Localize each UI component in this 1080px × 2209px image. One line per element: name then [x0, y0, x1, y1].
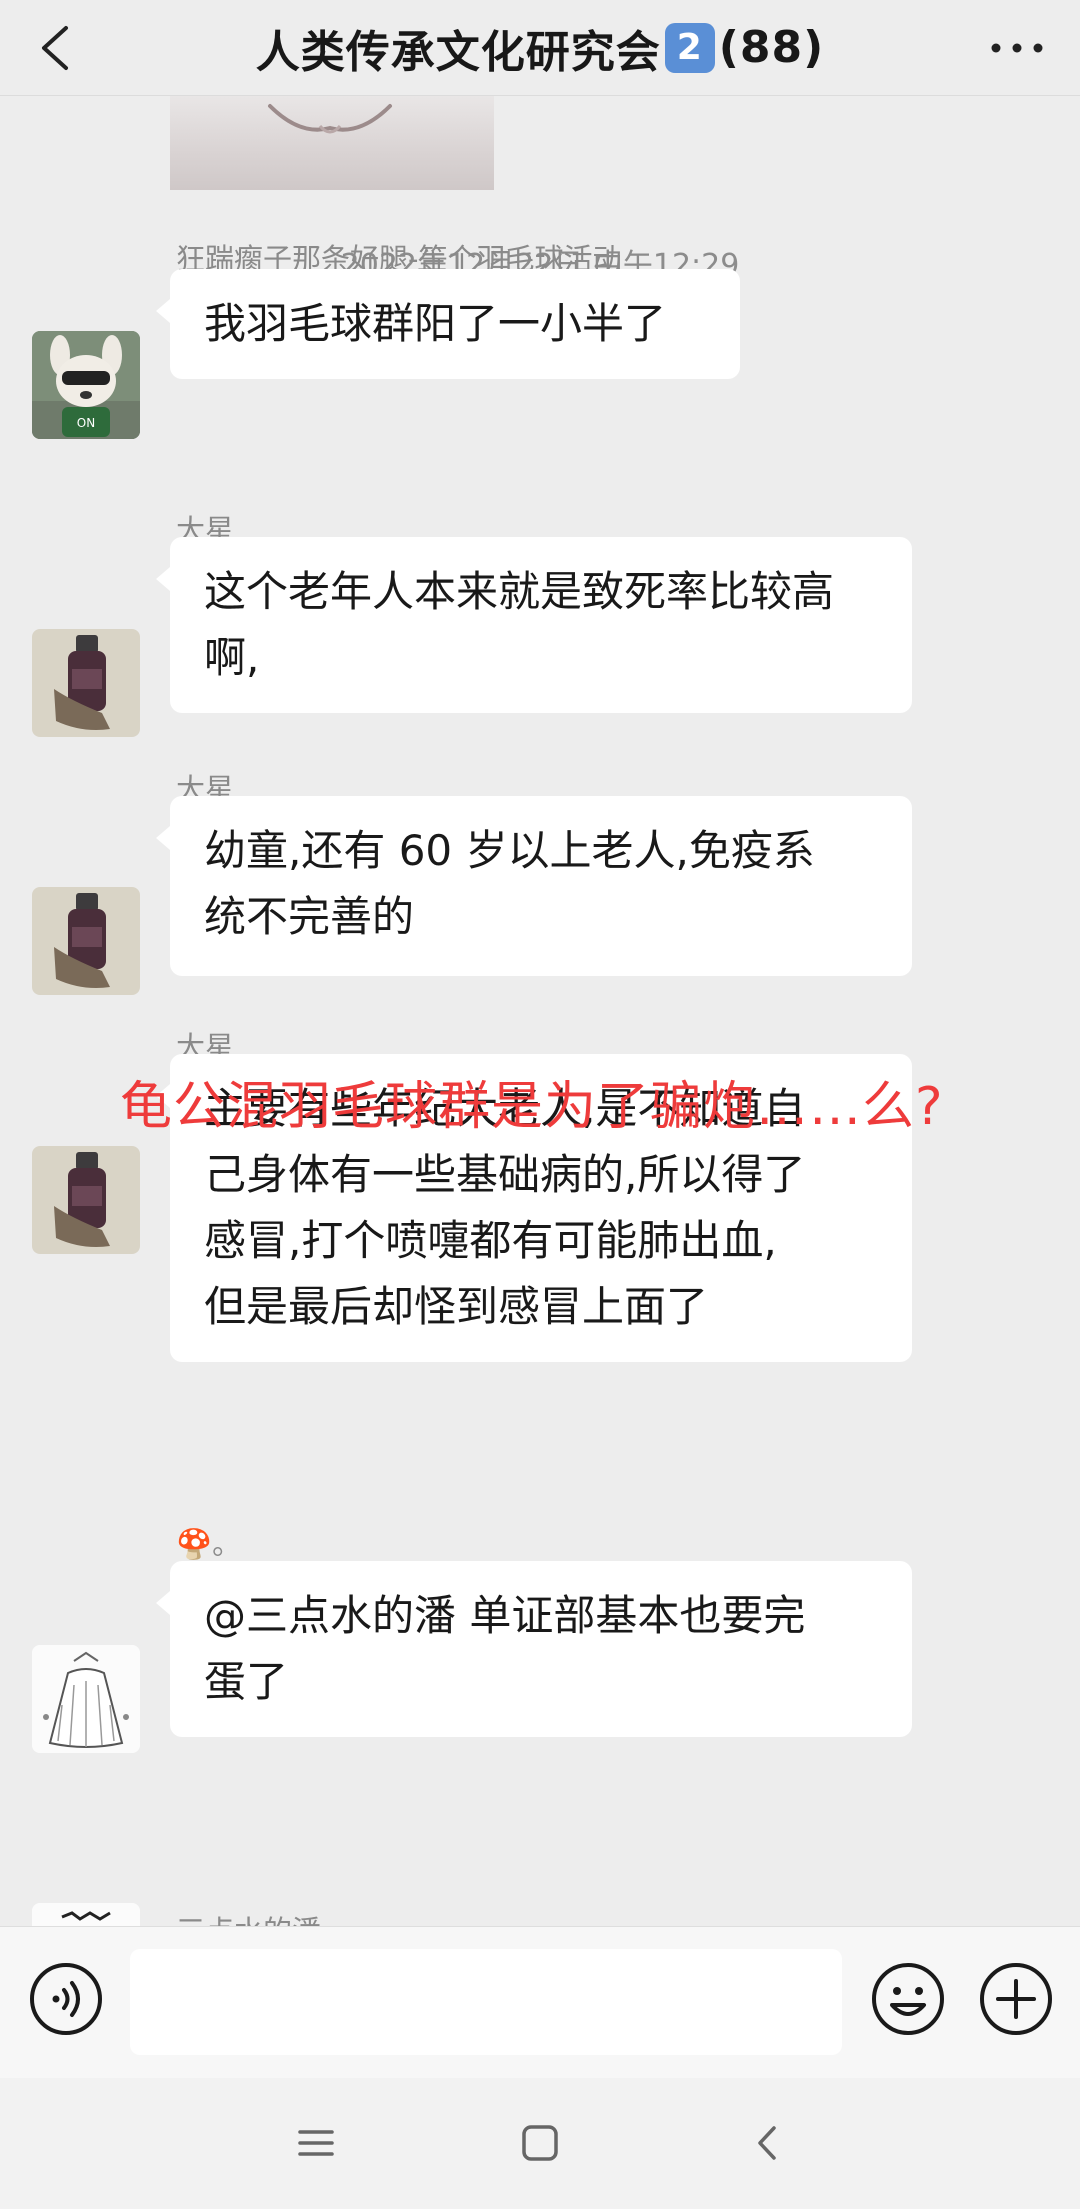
message-line: 啊, [204, 633, 260, 682]
chat-screen: 人类传承文化研究会 2 (88) 2022年12月22日 中午12:29 ON … [0, 0, 1080, 2209]
dress-avatar-image [32, 1645, 140, 1753]
home-icon [522, 2125, 558, 2161]
dress-avatar[interactable] [32, 1645, 140, 1753]
message-line: 幼童,还有 60 岁以上老人,免疫系 [204, 826, 815, 875]
dog-avatar-image: ON [32, 331, 140, 439]
message-line: 但是最后却怪到感冒上面了 [204, 1282, 709, 1331]
emoji-icon [872, 1963, 944, 2035]
message-bubble[interactable]: 幼童,还有 60 岁以上老人,免疫系 统不完善的 [156, 796, 912, 976]
shared-image-partial[interactable] [170, 96, 494, 190]
message-bubble[interactable]: 我羽毛球群阳了一小半了 [156, 269, 740, 379]
more-button[interactable] [982, 14, 1052, 82]
menu-icon [298, 2130, 334, 2156]
bottle-avatar[interactable] [32, 629, 140, 737]
partial-avatar-image [32, 1903, 140, 1926]
bottle-avatar-image [32, 1146, 140, 1254]
group-number-badge: 2 [664, 22, 715, 73]
sender-name: 🍄。 [176, 1521, 241, 1563]
more-functions-button[interactable] [978, 1961, 1054, 2037]
bottle-avatar-image [32, 629, 140, 737]
message-bubble[interactable]: 这个老年人本来就是致死率比较高 啊, [156, 537, 912, 713]
message-line: @三点水的潘 单证部基本也要完 [204, 1591, 806, 1640]
message-line: 感冒,打个喷嚏都有可能肺出血, [204, 1216, 777, 1265]
message-line: 统不完善的 [204, 892, 415, 941]
back-icon [758, 2126, 776, 2160]
image-content [268, 104, 392, 134]
message-text: 我羽毛球群阳了一小半了 [204, 299, 667, 348]
input-bar [0, 1926, 1080, 2078]
sender-text: 🍄。 [176, 1527, 242, 1561]
message-input[interactable] [130, 1949, 842, 2055]
message-line: 己身体有一些基础病的,所以得了 [204, 1150, 806, 1199]
system-back-button[interactable] [752, 2118, 782, 2168]
bottle-avatar[interactable] [32, 887, 140, 995]
message-line: 这个老年人本来就是致死率比较高 [204, 567, 835, 616]
bottle-avatar-image [32, 887, 140, 995]
chat-title: 人类传承文化研究会 2 (88) [256, 16, 824, 80]
emoji-button[interactable] [870, 1961, 946, 2037]
plus-icon [980, 1963, 1052, 2035]
bottle-avatar[interactable] [32, 1146, 140, 1254]
voice-button[interactable] [28, 1961, 104, 2037]
member-count: (88) [718, 22, 825, 73]
sender-text: 三点水的潘 [176, 1914, 321, 1926]
more-dots-icon [991, 43, 1043, 53]
group-name: 人类传承文化研究会 [255, 26, 661, 78]
dog-avatar[interactable]: ON [32, 331, 140, 439]
sender-name: 三点水的潘 [176, 1908, 321, 1926]
chat-header: 人类传承文化研究会 2 (88) [0, 0, 1080, 96]
message-bubble[interactable]: @三点水的潘 单证部基本也要完 蛋了 [156, 1561, 912, 1737]
system-nav-bar [0, 2078, 1080, 2209]
message-list[interactable]: 2022年12月22日 中午12:29 ON 狂踹瘸子那条好腿-等个羽毛球活动 … [0, 96, 1080, 1926]
message-line: 蛋了 [204, 1657, 289, 1706]
recent-apps-button[interactable] [296, 2118, 336, 2168]
chevron-left-icon [42, 26, 68, 70]
voice-icon [30, 1963, 102, 2035]
back-button[interactable] [30, 14, 90, 82]
overlay-caption: 龟公混羽毛球群是为了骗炮……么? [120, 1077, 944, 1137]
partial-avatar[interactable] [32, 1903, 140, 1926]
home-button[interactable] [520, 2120, 560, 2166]
svg-text:ON: ON [77, 416, 95, 430]
